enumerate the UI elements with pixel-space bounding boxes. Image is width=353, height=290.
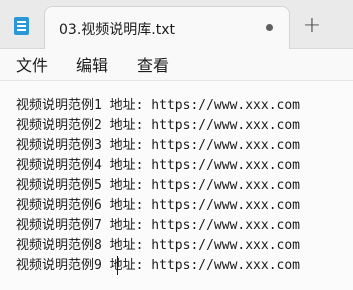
tab-title: 03.视频说明库.txt [59, 22, 175, 38]
menu-view[interactable]: 查看 [137, 52, 169, 76]
text-line[interactable]: 视频说明范例3 地址: https://www.xxx.com [16, 136, 300, 156]
tab-document[interactable]: 03.视频说明库.txt [44, 6, 290, 49]
menu-file[interactable]: 文件 [16, 52, 48, 76]
menu-bar: 文件 编辑 查看 [0, 49, 353, 80]
text-line[interactable]: 视频说明范例4 地址: https://www.xxx.com [16, 156, 300, 176]
text-cursor [117, 256, 118, 275]
text-line[interactable]: 视频说明范例1 地址: https://www.xxx.com [16, 96, 300, 116]
title-bar: 03.视频说明库.txt + [0, 0, 353, 49]
text-line[interactable]: 视频说明范例8 地址: https://www.xxx.com [16, 236, 300, 256]
menu-edit[interactable]: 编辑 [76, 52, 108, 76]
unsaved-dot-icon[interactable] [266, 24, 273, 31]
text-line[interactable]: 视频说明范例9 地址: https://www.xxx.com [16, 256, 300, 276]
new-tab-button[interactable]: + [298, 12, 326, 40]
text-line[interactable]: 视频说明范例7 地址: https://www.xxx.com [16, 216, 300, 236]
text-line[interactable]: 视频说明范例5 地址: https://www.xxx.com [16, 176, 300, 196]
text-line[interactable]: 视频说明范例2 地址: https://www.xxx.com [16, 116, 300, 136]
text-line[interactable]: 视频说明范例6 地址: https://www.xxx.com [16, 196, 300, 216]
notepad-icon [14, 17, 29, 35]
